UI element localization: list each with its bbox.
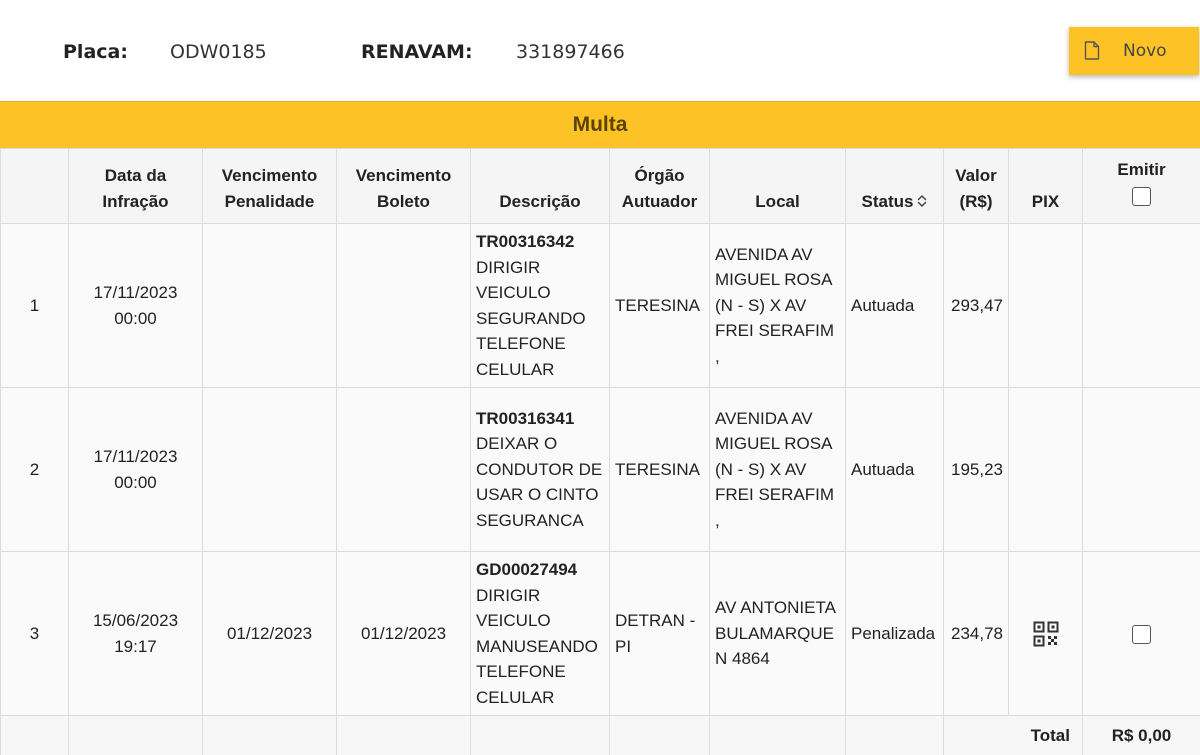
emitir-cell	[1082, 387, 1200, 552]
valor: 293,47	[943, 223, 1009, 388]
orgao-autuador: TERESINA	[609, 387, 710, 552]
col-pix: PIX	[1008, 148, 1083, 224]
row-index: 1	[0, 223, 69, 388]
pix-cell	[1008, 223, 1083, 388]
vencimento-boleto: 01/12/2023	[336, 551, 471, 716]
col-orgao-autuador: Órgão Autuador	[609, 148, 710, 224]
placa-label: Placa:	[63, 41, 128, 63]
novo-button-label: Novo	[1123, 41, 1167, 61]
infracao-description: DEIXAR O CONDUTOR DE USAR O CINTO SEGURA…	[476, 434, 603, 530]
data-infracao: 17/11/2023 00:00	[68, 223, 203, 388]
col-data-infracao: Data da Infração	[68, 148, 203, 224]
vehicle-header: Placa: ODW0185 RENAVAM: 331897466 Novo	[0, 0, 1200, 100]
status: Penalizada	[845, 551, 944, 716]
document-icon	[1084, 41, 1100, 60]
table-row: 2 17/11/2023 00:00 TR00316341 DEIXAR O CON…	[0, 387, 1200, 552]
infracao-code: TR00316342	[476, 232, 575, 251]
table-header-row: Data da Infração Vencimento Penalidade Ven…	[0, 148, 1200, 224]
total-value: R$ 0,00	[1082, 715, 1200, 755]
local: AVENIDA AV MIGUEL ROSA (N - S) X AV FREI…	[709, 223, 846, 388]
col-index	[0, 148, 69, 224]
vencimento-penalidade	[202, 223, 337, 388]
table-row: 3 15/06/2023 19:17 01/12/2023 01/12/2023 …	[0, 551, 1200, 716]
total-row: Total R$ 0,00	[0, 715, 1200, 755]
emitir-all-checkbox[interactable]	[1132, 186, 1151, 206]
sort-icon[interactable]	[917, 194, 927, 208]
valor: 234,78	[943, 551, 1009, 716]
infracao-description: DIRIGIR VEICULO SEGURANDO TELEFONE CELUL…	[476, 257, 586, 379]
data-infracao: 17/11/2023 00:00	[68, 387, 203, 552]
renavam-label: RENAVAM:	[361, 41, 473, 63]
infracao-code: TR00316341	[476, 408, 575, 428]
orgao-autuador: DETRAN - PI	[609, 551, 710, 716]
emitir-checkbox[interactable]	[1132, 624, 1151, 644]
local: AVENIDA AV MIGUEL ROSA (N - S) X AV FREI…	[709, 387, 846, 552]
col-descricao: Descrição	[470, 148, 610, 224]
local: AV ANTONIETA BULAMARQUE N 4864	[709, 551, 846, 716]
table-row: 1 17/11/2023 00:00 TR00316342 DIRIGIR VEIC…	[0, 223, 1200, 388]
col-valor: Valor (R$)	[943, 148, 1009, 224]
section-title-bar: Multa	[0, 101, 1200, 148]
valor: 195,23	[943, 387, 1009, 552]
row-index: 3	[0, 551, 69, 716]
descricao: TR00316341 DEIXAR O CONDUTOR DE USAR O CI…	[470, 387, 610, 552]
emitir-cell	[1082, 223, 1200, 388]
qr-code-icon[interactable]	[1033, 621, 1059, 647]
vencimento-boleto	[336, 387, 471, 552]
multas-table: Data da Infração Vencimento Penalidade Ven…	[0, 148, 1200, 755]
col-local: Local	[709, 148, 846, 224]
emitir-cell	[1082, 551, 1200, 716]
novo-button[interactable]: Novo	[1069, 27, 1199, 75]
row-index: 2	[0, 387, 69, 552]
infracao-code: GD00027494	[476, 560, 578, 579]
col-status[interactable]: Status	[845, 148, 944, 224]
renavam-value: 331897466	[516, 41, 625, 63]
pix-cell	[1008, 387, 1083, 552]
infracao-description: DIRIGIR VEICULO MANUSEANDO TELEFONE CELU…	[476, 585, 598, 707]
orgao-autuador: TERESINA	[609, 223, 710, 388]
descricao: GD00027494 DIRIGIR VEICULO MANUSEANDO TEL…	[470, 551, 610, 716]
data-infracao: 15/06/2023 19:17	[68, 551, 203, 716]
col-vencimento-boleto: Vencimento Boleto	[336, 148, 471, 224]
placa-value: ODW0185	[170, 41, 267, 63]
total-label: Total	[943, 715, 1083, 755]
col-emitir: Emitir	[1082, 148, 1200, 224]
vencimento-penalidade: 01/12/2023	[202, 551, 337, 716]
status: Autuada	[845, 223, 944, 388]
vencimento-penalidade	[202, 387, 337, 552]
section-title: Multa	[572, 113, 628, 136]
col-vencimento-penalidade: Vencimento Penalidade	[202, 148, 337, 224]
descricao: TR00316342 DIRIGIR VEICULO SEGURANDO TELE…	[470, 223, 610, 388]
pix-cell	[1008, 551, 1083, 716]
vencimento-boleto	[336, 223, 471, 388]
status: Autuada	[845, 387, 944, 552]
